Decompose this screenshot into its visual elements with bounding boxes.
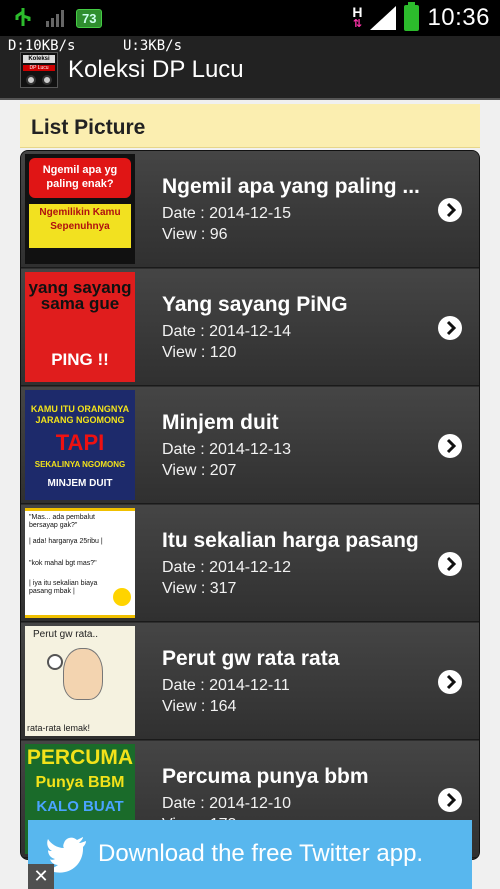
laughing-face-icon xyxy=(113,588,131,606)
thumb-caption: PERCUMA xyxy=(26,746,134,769)
thumb-caption: Ngemilikin Kamu Sepenuhnya xyxy=(29,204,131,248)
picture-list[interactable]: Ngemil apa yg paling enak? Ngemilikin Ka… xyxy=(20,150,480,860)
logo-text-top: Koleksi xyxy=(23,55,55,63)
usb-icon xyxy=(15,8,31,26)
thumb-caption: PING !! xyxy=(51,350,109,369)
thumb-caption: TAPI xyxy=(55,430,105,455)
chevron-right-icon[interactable] xyxy=(438,552,462,576)
thumb-caption: "Mas... ada pembalut bersayap gak?" xyxy=(29,514,95,529)
status-bar: 73 H ⇅ 10:36 xyxy=(0,0,500,36)
chevron-right-icon[interactable] xyxy=(438,788,462,812)
list-item[interactable]: KAMU ITU ORANGNYA JARANG NGOMONG TAPI SE… xyxy=(21,387,479,504)
item-views: View : 317 xyxy=(162,580,237,597)
chevron-right-icon[interactable] xyxy=(438,198,462,222)
upload-speed: U:3KB/s xyxy=(123,38,183,54)
thumb-caption: Punya BBM xyxy=(35,774,125,791)
twitter-ad-banner[interactable]: Download the free Twitter app. xyxy=(28,820,472,889)
person-illustration xyxy=(63,648,103,700)
item-views: View : 164 xyxy=(162,698,237,715)
thumbnail-image: Ngemil apa yg paling enak? Ngemilikin Ka… xyxy=(25,154,135,264)
item-date: Date : 2014-12-13 xyxy=(162,441,291,458)
signal-icon xyxy=(46,10,64,27)
section-title: List Picture xyxy=(31,116,146,139)
item-title: Perut gw rata rata xyxy=(162,647,340,670)
thumb-caption: SEKALINYA NGOMONG xyxy=(34,460,126,469)
thumbnail-image: KAMU ITU ORANGNYA JARANG NGOMONG TAPI SE… xyxy=(25,390,135,500)
logo-eye-icon xyxy=(42,75,52,85)
thumb-caption: rata-rata lemak! xyxy=(27,723,91,733)
clock: 10:36 xyxy=(427,4,490,31)
thumb-caption: KALO BUAT xyxy=(36,798,124,815)
chevron-right-icon[interactable] xyxy=(438,316,462,340)
item-title: Itu sekalian harga pasang xyxy=(162,529,419,552)
list-item[interactable]: "Mas... ada pembalut bersayap gak?" | ad… xyxy=(21,505,479,622)
thumb-caption: Ngemil apa yg paling enak? xyxy=(29,158,131,198)
section-header: List Picture xyxy=(20,104,480,148)
close-ad-button[interactable]: ✕ xyxy=(28,864,54,889)
thumbnail-image: "Mas... ada pembalut bersayap gak?" | ad… xyxy=(25,508,135,618)
action-bar: D:10KB/s U:3KB/s Koleksi DP Lucu Koleksi… xyxy=(0,36,500,100)
thumbnail-image: Perut gw rata.. rata-rata lemak! xyxy=(25,626,135,736)
item-title: Minjem duit xyxy=(162,411,279,434)
item-views: View : 120 xyxy=(162,344,237,361)
thumb-caption: | ada! harganya 25ribu | xyxy=(29,538,103,545)
item-title: Ngemil apa yang paling ... xyxy=(162,175,420,198)
list-item[interactable]: yang sayang sama gue PING !! Yang sayang… xyxy=(21,269,479,386)
thumb-caption: MINJEM DUIT xyxy=(47,478,113,489)
scale-icon xyxy=(47,654,63,670)
list-item[interactable]: Ngemil apa yg paling enak? Ngemilikin Ka… xyxy=(21,151,479,268)
thumbnail-image: yang sayang sama gue PING !! xyxy=(25,272,135,382)
item-views: View : 207 xyxy=(162,462,237,479)
ad-text: Download the free Twitter app. xyxy=(98,840,424,867)
network-type-icon: H ⇅ xyxy=(352,4,363,30)
item-title: Percuma punya bbm xyxy=(162,765,369,788)
item-date: Date : 2014-12-10 xyxy=(162,795,291,812)
logo-eye-icon xyxy=(26,75,36,85)
thumb-caption: "kok mahal bgt mas?" xyxy=(29,560,97,567)
list-item[interactable]: Perut gw rata.. rata-rata lemak! Perut g… xyxy=(21,623,479,740)
battery-icon xyxy=(404,2,420,31)
main-content: List Picture Ngemil apa yg paling enak? … xyxy=(0,100,500,889)
item-date: Date : 2014-12-14 xyxy=(162,323,291,340)
battery-percent-badge: 73 xyxy=(76,8,103,28)
logo-text-bottom: DP Lucu xyxy=(23,65,55,71)
thumb-caption: KAMU ITU ORANGNYA JARANG NGOMONG xyxy=(30,404,130,425)
item-date: Date : 2014-12-11 xyxy=(162,677,290,694)
item-date: Date : 2014-12-12 xyxy=(162,559,291,576)
thumb-caption: | iya itu sekalian biaya pasang mbak | xyxy=(29,580,98,595)
chevron-right-icon[interactable] xyxy=(438,434,462,458)
cell-signal-icon xyxy=(370,6,397,30)
app-logo[interactable]: Koleksi DP Lucu xyxy=(20,52,58,88)
app-title: Koleksi DP Lucu xyxy=(68,56,244,83)
thumb-caption: Perut gw rata.. xyxy=(33,629,99,640)
item-views: View : 96 xyxy=(162,226,228,243)
item-date: Date : 2014-12-15 xyxy=(162,205,291,222)
thumb-caption: yang sayang sama gue xyxy=(28,278,132,313)
chevron-right-icon[interactable] xyxy=(438,670,462,694)
item-title: Yang sayang PiNG xyxy=(162,293,348,316)
